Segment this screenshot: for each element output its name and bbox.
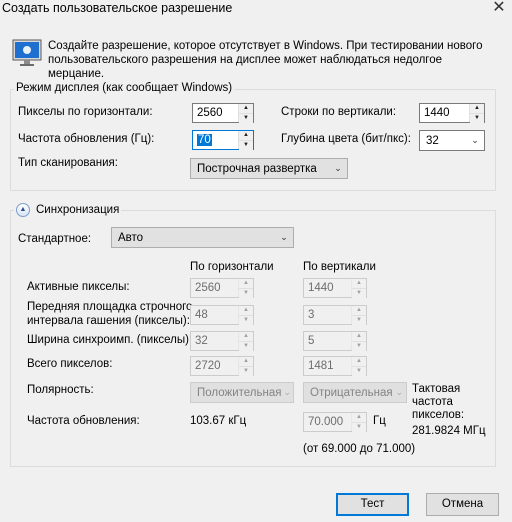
refresh-label: Частота обновления (Гц):	[18, 133, 155, 145]
porch-v-spinner: 3 ▲ ▼	[303, 305, 367, 325]
down-icon: ▼	[352, 366, 366, 376]
scan-label: Тип сканирования:	[18, 157, 118, 169]
standard-label: Стандартное:	[18, 233, 92, 245]
v-freq-value: 70.000	[308, 416, 344, 428]
down-icon: ▼	[352, 341, 366, 351]
h-pixels-value: 2560	[197, 107, 223, 119]
scan-dropdown[interactable]: Построчная развертка ⌄	[190, 158, 348, 179]
total-v-value: 1481	[308, 360, 334, 372]
up-icon: ▲	[352, 279, 366, 288]
h-pixels-down-icon[interactable]: ▼	[239, 113, 253, 123]
chevron-down-icon: ⌄	[471, 135, 479, 145]
monitor-icon	[12, 39, 42, 66]
polarity-h-value: Положительная	[197, 386, 282, 399]
chevron-down-icon: ⌄	[395, 387, 404, 397]
display-mode-group-label: Режим дисплея (как сообщает Windows)	[14, 82, 235, 94]
down-icon: ▼	[239, 315, 253, 325]
v-lines-value: 1440	[424, 107, 450, 119]
v-freq-range: (от 69.000 до 71.000)	[303, 443, 416, 455]
v-freq-spinner: 70.000 ▲ ▼	[303, 412, 367, 432]
v-lines-down-icon[interactable]: ▼	[470, 113, 484, 123]
timing-row-label: Всего пикселов:	[27, 358, 113, 370]
polarity-v-dropdown: Отрицательная ⌄	[303, 382, 407, 403]
depth-dropdown[interactable]: 32 ⌄	[419, 130, 485, 151]
timing-row-label: Передняя площадка строчного интервала га…	[27, 301, 193, 327]
down-icon: ▼	[239, 341, 253, 351]
porch-v-value: 3	[308, 309, 315, 321]
down-icon: ▼	[352, 288, 366, 298]
porch-h-value: 48	[195, 309, 208, 321]
width-h-spinner: 32 ▲ ▼	[190, 331, 254, 351]
down-icon: ▼	[239, 288, 253, 298]
down-icon: ▼	[352, 315, 366, 325]
polarity-label: Полярность:	[27, 384, 94, 396]
up-icon: ▲	[352, 332, 366, 341]
depth-label: Глубина цвета (бит/пкс):	[281, 133, 411, 145]
h-pixels-spinner[interactable]: 2560 ▲ ▼	[192, 103, 254, 123]
sync-header[interactable]: ▲ Синхронизация	[14, 203, 122, 217]
intro-text: Создайте разрешение, которое отсутствует…	[48, 40, 483, 80]
width-v-value: 5	[308, 335, 315, 347]
timing-row-label: Активные пикселы:	[27, 281, 130, 293]
up-icon: ▲	[239, 279, 253, 288]
refresh-spinner[interactable]: 70 ▲ ▼	[192, 130, 254, 150]
active-v-value: 1440	[308, 282, 334, 294]
col-vertical: По вертикали	[303, 261, 376, 273]
timing-row-label: Ширина синхроимп. (пикселы):	[27, 334, 193, 346]
down-icon: ▼	[239, 366, 253, 376]
width-h-value: 32	[195, 335, 208, 347]
sync-refresh-label: Частота обновления:	[27, 415, 140, 427]
up-icon: ▲	[239, 332, 253, 341]
chevron-down-icon: ⌄	[283, 387, 291, 397]
chevron-down-icon: ⌄	[280, 232, 288, 242]
collapse-icon[interactable]: ▲	[16, 203, 30, 217]
total-v-spinner: 1481 ▲ ▼	[303, 356, 367, 376]
up-icon: ▲	[352, 413, 366, 422]
up-icon: ▲	[239, 357, 253, 366]
h-pixels-up-icon[interactable]: ▲	[239, 104, 253, 113]
close-button[interactable]: ✕	[489, 0, 509, 18]
col-horizontal: По горизонтали	[190, 261, 274, 273]
polarity-v-value: Отрицательная	[310, 386, 393, 399]
active-h-value: 2560	[195, 282, 221, 294]
polarity-h-dropdown: Положительная ⌄	[190, 382, 294, 403]
up-icon: ▲	[352, 306, 366, 315]
active-h-spinner: 2560 ▲ ▼	[190, 278, 254, 298]
test-button[interactable]: Тест	[336, 493, 409, 516]
v-freq-unit: Гц	[373, 415, 386, 427]
porch-h-spinner: 48 ▲ ▼	[190, 305, 254, 325]
scan-value: Построчная развертка	[197, 162, 317, 175]
sync-label: Синхронизация	[36, 204, 120, 216]
standard-dropdown[interactable]: Авто ⌄	[111, 227, 294, 248]
v-lines-spinner[interactable]: 1440 ▲ ▼	[419, 103, 485, 123]
refresh-down-icon[interactable]: ▼	[239, 140, 253, 150]
up-icon: ▲	[239, 306, 253, 315]
window-title: Создать пользовательское разрешение	[2, 1, 233, 15]
up-icon: ▲	[352, 357, 366, 366]
pixel-clock-value: 281.9824 МГц	[412, 425, 486, 437]
pixel-clock-label: Тактовая частота пикселов:	[412, 383, 465, 421]
chevron-down-icon: ⌄	[334, 163, 342, 173]
total-h-spinner: 2720 ▲ ▼	[190, 356, 254, 376]
refresh-up-icon[interactable]: ▲	[239, 131, 253, 140]
v-lines-up-icon[interactable]: ▲	[470, 104, 484, 113]
total-h-value: 2720	[195, 360, 221, 372]
h-freq-value: 103.67 кГц	[190, 415, 247, 427]
standard-value: Авто	[118, 231, 144, 244]
depth-value: 32	[426, 134, 439, 147]
v-lines-label: Строки по вертикали:	[281, 106, 397, 118]
cancel-button[interactable]: Отмена	[426, 493, 499, 516]
active-v-spinner: 1440 ▲ ▼	[303, 278, 367, 298]
width-v-spinner: 5 ▲ ▼	[303, 331, 367, 351]
refresh-value[interactable]: 70	[197, 134, 212, 146]
h-pixels-label: Пикселы по горизонтали:	[18, 106, 153, 118]
down-icon: ▼	[352, 422, 366, 432]
